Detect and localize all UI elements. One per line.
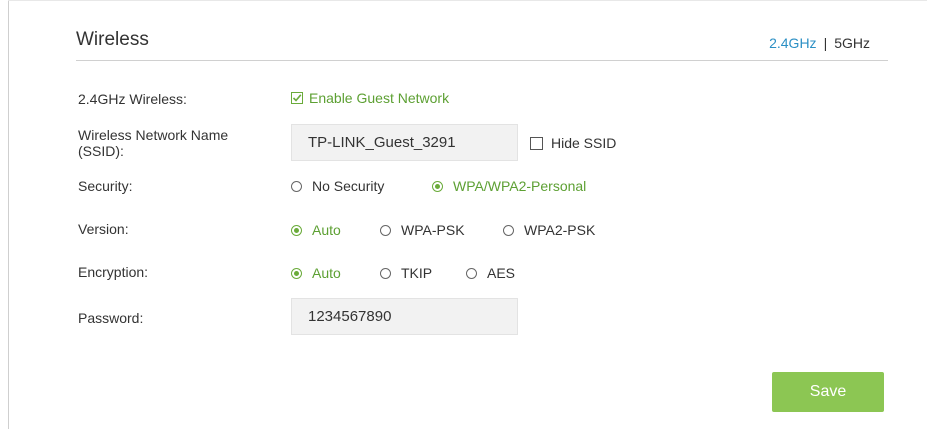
band-5ghz-link[interactable]: 5GHz [834, 35, 870, 51]
hide-ssid-checkbox[interactable]: Hide SSID [530, 135, 616, 151]
version-option-label: WPA2-PSK [524, 222, 596, 238]
version-option-label: Auto [312, 222, 341, 238]
encryption-option-label: TKIP [401, 265, 433, 281]
panel-top-border [8, 0, 927, 1]
radio-selected-icon [291, 224, 302, 236]
version-option-wpa-psk[interactable]: WPA-PSK [380, 222, 465, 238]
header-divider [76, 60, 888, 61]
encryption-option-label: Auto [312, 265, 341, 281]
encryption-option-auto[interactable]: Auto [291, 265, 341, 281]
encryption-label: Encryption: [78, 264, 149, 280]
encryption-option-aes[interactable]: AES [466, 265, 515, 281]
band-24ghz-link[interactable]: 2.4GHz [769, 35, 816, 51]
save-button[interactable]: Save [772, 372, 884, 412]
version-option-label: WPA-PSK [401, 222, 465, 238]
version-option-wpa2-psk[interactable]: WPA2-PSK [503, 222, 595, 238]
security-label: Security: [78, 178, 133, 194]
checkbox-checked-icon [291, 92, 303, 104]
radio-selected-icon [291, 267, 302, 279]
radio-unselected-icon [503, 224, 514, 236]
section-title: Wireless [76, 29, 149, 50]
enable-guest-checkbox[interactable]: Enable Guest Network [291, 90, 449, 106]
radio-selected-icon [432, 180, 443, 192]
version-option-auto[interactable]: Auto [291, 222, 341, 238]
encryption-option-tkip[interactable]: TKIP [380, 265, 432, 281]
wireless-label: 2.4GHz Wireless: [78, 91, 187, 107]
security-option-no-security[interactable]: No Security [291, 178, 384, 194]
ssid-label-line1: Wireless Network Name [78, 127, 229, 143]
radio-unselected-icon [466, 267, 477, 279]
ssid-label-line2: (SSID): [78, 143, 124, 159]
password-input[interactable] [291, 298, 518, 335]
radio-unselected-icon [291, 180, 302, 192]
security-option-label: WPA/WPA2-Personal [453, 178, 587, 194]
ssid-label: Wireless Network Name (SSID): [78, 127, 228, 159]
security-option-wpa-personal[interactable]: WPA/WPA2-Personal [432, 178, 586, 194]
enable-guest-label: Enable Guest Network [309, 90, 450, 106]
version-label: Version: [78, 221, 129, 237]
band-separator: | [823, 35, 828, 51]
encryption-option-label: AES [487, 265, 516, 281]
checkbox-unchecked-icon [530, 136, 543, 150]
panel-left-border [8, 0, 9, 429]
radio-unselected-icon [380, 267, 391, 279]
band-switch: 2.4GHz | 5GHz [769, 35, 870, 51]
hide-ssid-label: Hide SSID [551, 135, 617, 151]
radio-unselected-icon [380, 224, 391, 236]
password-label: Password: [78, 310, 144, 326]
security-option-label: No Security [312, 178, 385, 194]
ssid-input[interactable] [291, 124, 518, 161]
